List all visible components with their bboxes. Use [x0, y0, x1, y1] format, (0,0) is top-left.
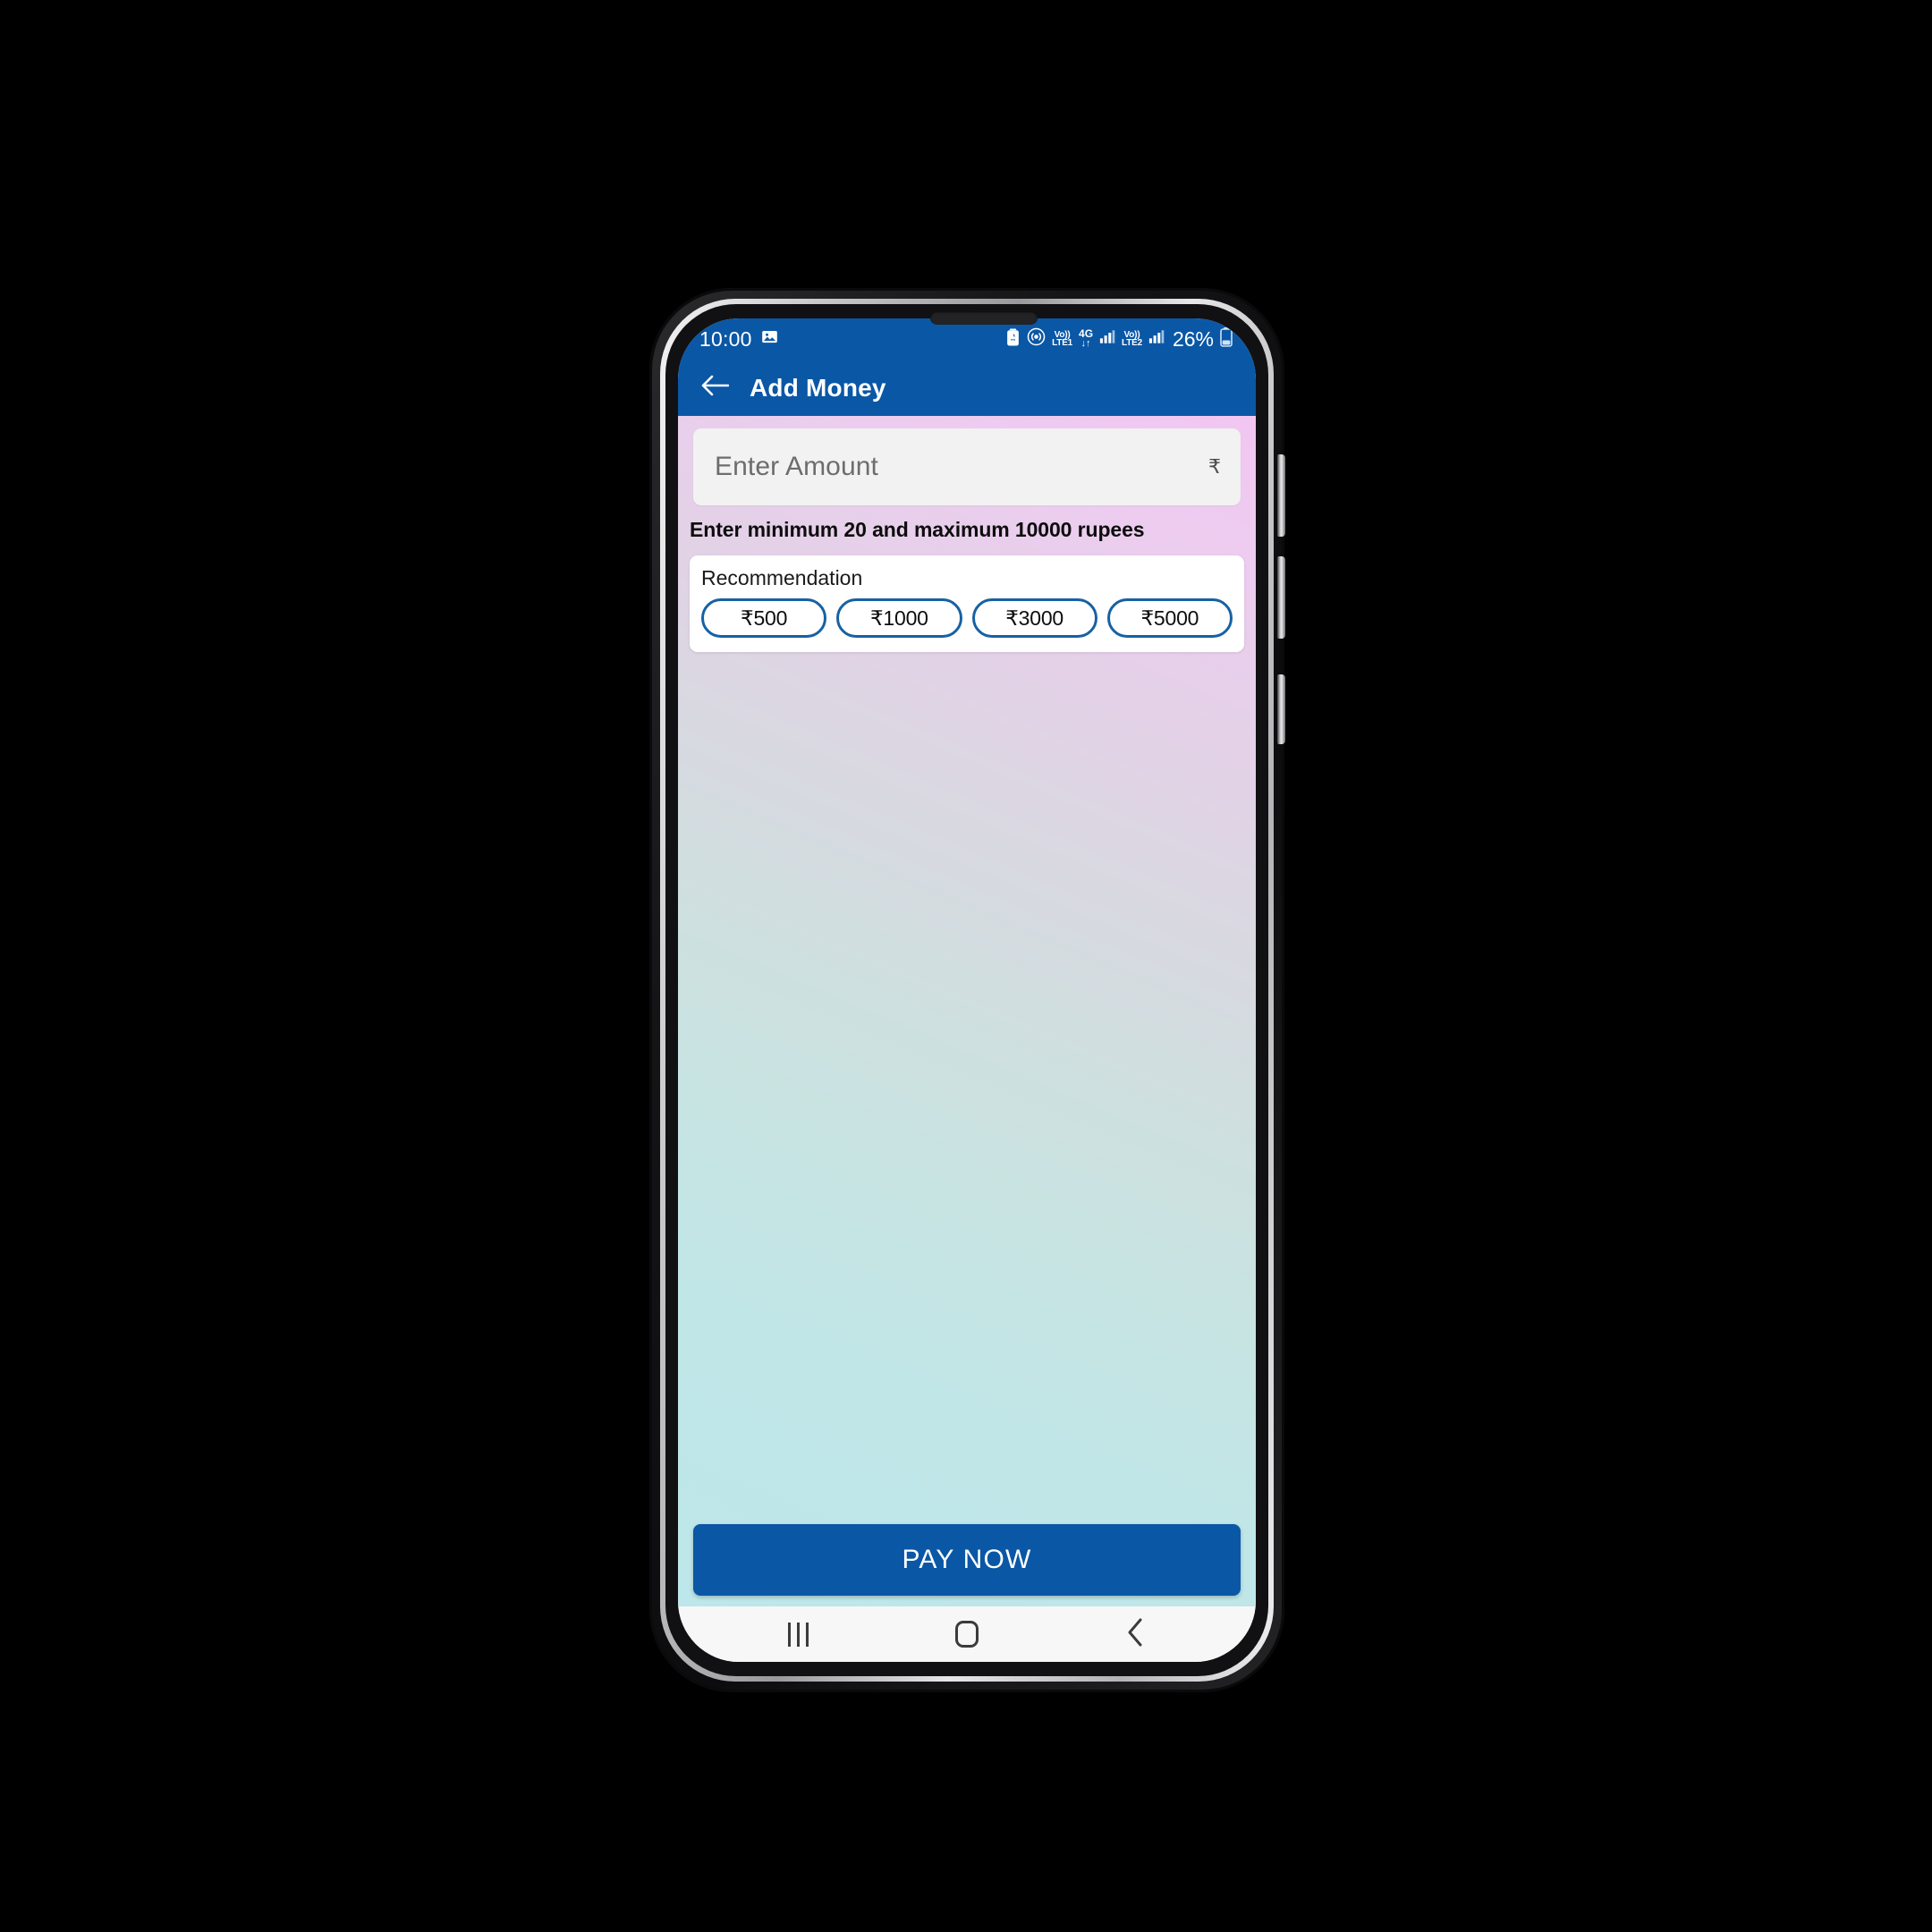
screenshot-canvas: 10:00 Vo)) LTE1 4G ↓↑ Vo)) LTE2 26% Add …: [0, 0, 1932, 1932]
app-bar: Add Money: [678, 360, 1256, 416]
amount-chip-5000[interactable]: ₹5000: [1106, 598, 1233, 638]
hotspot-icon: [1027, 327, 1046, 351]
back-button[interactable]: [699, 373, 730, 403]
chevron-left-icon: [1125, 1617, 1147, 1652]
photo-icon: [760, 327, 779, 351]
amount-chip-1000[interactable]: ₹1000: [836, 598, 962, 638]
amount-input-field[interactable]: Enter Amount ₹: [693, 428, 1241, 505]
volte-lte1-icon: Vo)) LTE1: [1052, 330, 1073, 348]
status-bar-right: Vo)) LTE1 4G ↓↑ Vo)) LTE2 26%: [1005, 326, 1233, 352]
arrow-left-icon: [700, 373, 730, 402]
amount-chip-500[interactable]: ₹500: [701, 598, 827, 638]
earpiece-speaker: [930, 311, 1038, 325]
battery-percent-label: 26%: [1172, 326, 1214, 351]
signal-bars-sim1-icon: [1099, 329, 1115, 349]
amount-limit-hint: Enter minimum 20 and maximum 10000 rupee…: [690, 518, 1145, 541]
data-transfer-arrows-icon: ↓↑: [1080, 338, 1091, 350]
power-button[interactable]: [1277, 674, 1285, 744]
volume-down-button[interactable]: [1277, 556, 1285, 639]
page-content: Enter Amount ₹ Enter minimum 20 and maxi…: [678, 416, 1256, 1606]
recommendation-title: Recommendation: [701, 566, 863, 589]
phone-screen: 10:00 Vo)) LTE1 4G ↓↑ Vo)) LTE2 26% Add …: [678, 318, 1256, 1662]
status-bar-left: 10:00: [699, 327, 779, 351]
home-icon: [954, 1621, 979, 1648]
rupee-symbol-icon: ₹: [1208, 455, 1221, 478]
signal-bars-sim2-icon: [1148, 329, 1165, 349]
recent-apps-icon: [787, 1622, 809, 1647]
recommendation-chip-list: ₹500 ₹1000 ₹3000 ₹5000: [701, 598, 1233, 638]
network-4g-icon: 4G ↓↑: [1079, 328, 1093, 350]
recommendation-card: Recommendation ₹500 ₹1000 ₹3000 ₹5000: [690, 555, 1244, 652]
home-button[interactable]: [936, 1614, 998, 1654]
page-title: Add Money: [750, 373, 886, 402]
back-nav-button[interactable]: [1105, 1614, 1167, 1654]
status-bar-clock: 10:00: [699, 326, 752, 351]
battery-saver-icon: [1005, 327, 1021, 351]
volte-lte2-icon: Vo)) LTE2: [1122, 330, 1142, 348]
lte1-label: LTE1: [1052, 338, 1073, 348]
amount-chip-3000[interactable]: ₹3000: [971, 598, 1097, 638]
amount-input-placeholder: Enter Amount: [715, 452, 878, 481]
volume-up-button[interactable]: [1277, 454, 1285, 537]
recent-apps-button[interactable]: [767, 1614, 829, 1654]
battery-icon: [1220, 326, 1233, 352]
pay-now-button[interactable]: PAY NOW: [693, 1524, 1241, 1596]
android-navigation-bar: [678, 1606, 1256, 1662]
lte2-label: LTE2: [1122, 338, 1142, 348]
